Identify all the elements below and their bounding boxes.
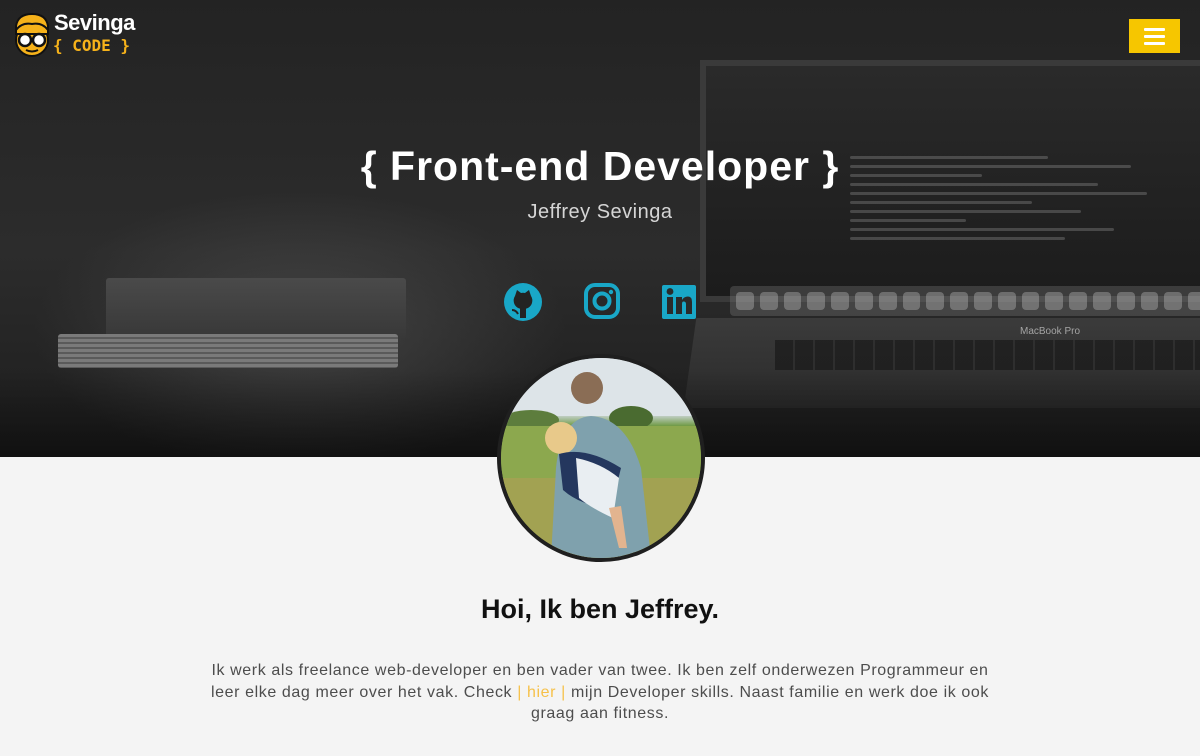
linkedin-icon (662, 285, 696, 319)
profile-photo (497, 354, 705, 562)
github-link[interactable] (503, 282, 543, 322)
brand-name: Sevinga (54, 10, 135, 35)
about-greeting: Hoi, Ik ben Jeffrey. (480, 594, 720, 624)
brand-code-label: { CODE } (53, 36, 131, 55)
instagram-icon (584, 283, 620, 319)
github-icon (504, 283, 542, 321)
skills-link[interactable]: | hier | (517, 684, 566, 701)
laptop-dock-image (730, 286, 1200, 316)
sevinga-code-logo[interactable]: Sevinga { CODE } (12, 10, 142, 60)
hero-subtitle: Jeffrey Sevinga (527, 201, 673, 223)
laptop-label: MacBook Pro (1020, 326, 1081, 337)
keyboard-image (775, 340, 1200, 370)
developer-face-icon (15, 12, 49, 57)
about-text: Ik werk als freelance web-developer en b… (211, 662, 989, 722)
linkedin-link[interactable] (661, 282, 697, 320)
hero-title: { Front-end Developer } (360, 143, 840, 189)
instagram-link[interactable] (584, 282, 620, 320)
menu-button[interactable] (1129, 19, 1180, 53)
